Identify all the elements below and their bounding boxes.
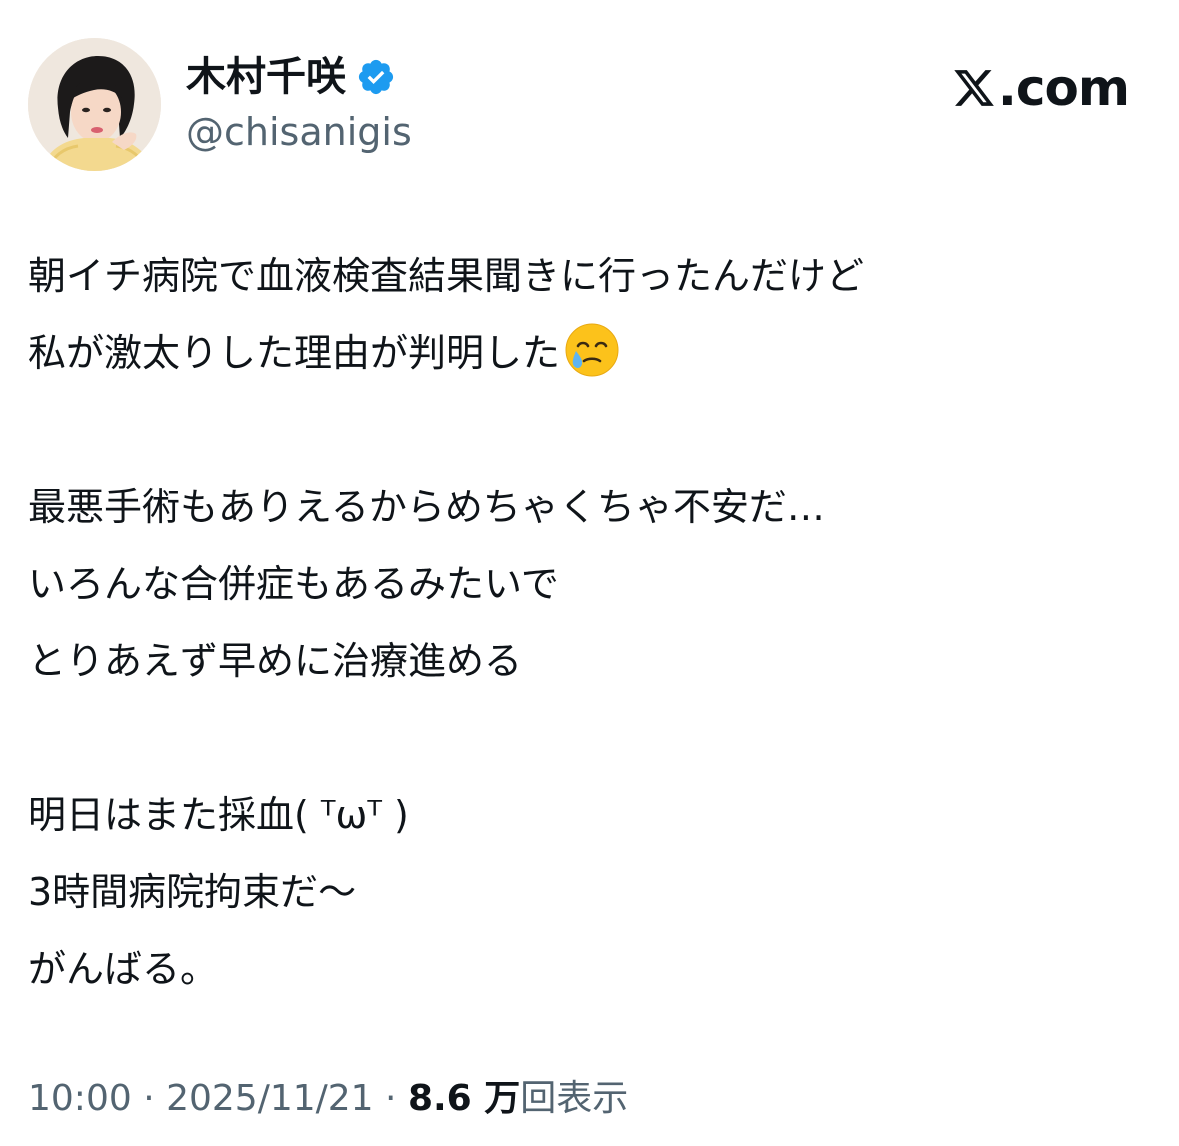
post-line: とりあえず早めに治療進める xyxy=(28,639,523,683)
meta-separator: · xyxy=(131,1078,167,1119)
face-holding-back-tears-icon xyxy=(562,320,622,380)
views-count[interactable]: 8.6 万 xyxy=(408,1078,520,1119)
display-name-row: 木村千咲 xyxy=(186,52,412,102)
post-time[interactable]: 10:00 xyxy=(28,1078,132,1119)
brand-watermark: .com xyxy=(952,56,1130,120)
views-label[interactable]: 回表示 xyxy=(520,1078,628,1119)
profile-photo xyxy=(28,38,161,171)
post-line: いろんな合併症もあるみたいで xyxy=(28,562,559,606)
post-header: 木村千咲 @chisanigis .com xyxy=(28,38,1151,173)
post-line: 私が激太りした理由が判明した xyxy=(28,331,561,375)
post-date[interactable]: 2025/11/21 xyxy=(166,1078,374,1119)
post-line: 明日はまた採血( ᵀωᵀ ) xyxy=(28,793,409,837)
post-line: 最悪手術もありえるからめちゃくちゃ不安だ… xyxy=(28,485,825,529)
brand-domain-text: .com xyxy=(997,59,1130,117)
post-line-with-emoji: 私が激太りした理由が判明した xyxy=(28,315,1148,392)
avatar[interactable] xyxy=(28,38,161,171)
post-line: がんばる。 xyxy=(28,947,219,991)
post-line: 朝イチ病院で血液検査結果聞きに行ったんだけど xyxy=(28,254,865,298)
user-handle[interactable]: @chisanigis xyxy=(186,104,412,160)
meta-separator: · xyxy=(373,1078,408,1119)
verified-badge-icon[interactable] xyxy=(356,57,396,97)
x-logo-icon xyxy=(952,66,996,110)
author-info: 木村千咲 @chisanigis xyxy=(186,52,412,160)
display-name[interactable]: 木村千咲 xyxy=(186,52,346,102)
post-metadata: 10:00 · 2025/11/21 · 8.6 万回表示 xyxy=(28,1072,628,1126)
post-text: 朝イチ病院で血液検査結果聞きに行ったんだけど 私が激太りした理由が判明した 最悪… xyxy=(28,238,1148,1008)
post-line: 3時間病院拘束だ〜 xyxy=(28,870,357,914)
